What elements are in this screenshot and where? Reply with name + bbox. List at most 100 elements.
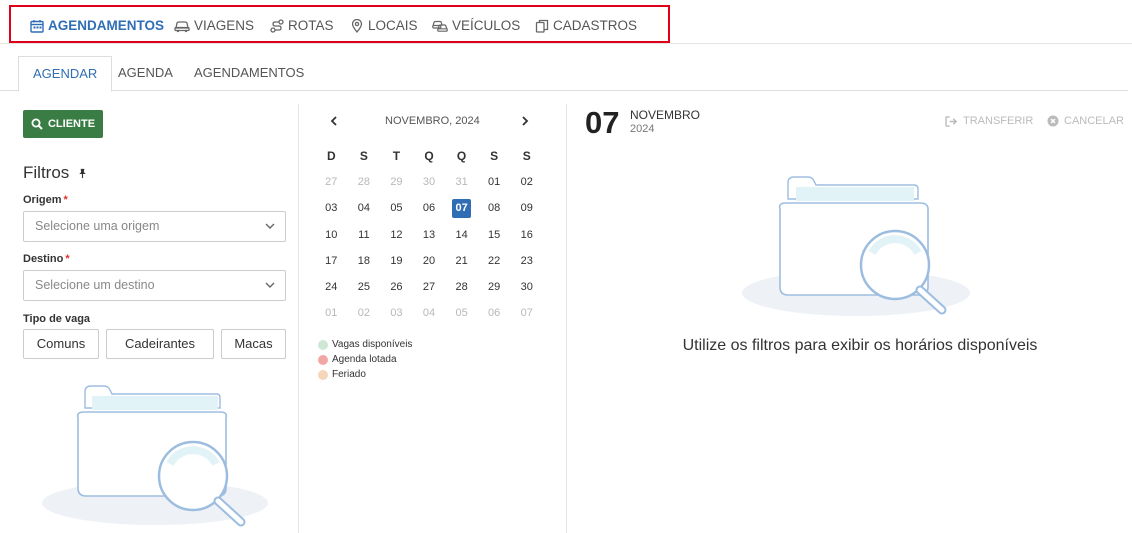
nav-locais[interactable]: LOCAIS bbox=[350, 18, 418, 33]
tab-agenda[interactable]: AGENDA bbox=[104, 56, 187, 91]
calendar-day[interactable]: 05 bbox=[380, 196, 413, 222]
weekday-label: Q bbox=[456, 149, 467, 164]
route-icon bbox=[270, 18, 284, 33]
calendar-day[interactable]: 03 bbox=[380, 301, 413, 327]
divider bbox=[566, 104, 567, 533]
tipo-vaga-label: Tipo de vaga bbox=[23, 313, 91, 325]
calendar-day[interactable]: 29 bbox=[478, 274, 511, 300]
calendar-month-header[interactable]: NOVEMBRO, 2024 bbox=[385, 115, 480, 127]
calendar-day[interactable]: 05 bbox=[445, 301, 478, 327]
weekday-label: D bbox=[326, 149, 336, 164]
calendar-day[interactable]: 27 bbox=[315, 169, 348, 195]
calendar-day[interactable]: 25 bbox=[348, 274, 381, 300]
pin-icon[interactable] bbox=[77, 168, 88, 179]
calendar-day[interactable]: 22 bbox=[478, 248, 511, 274]
calendar-day[interactable]: 23 bbox=[510, 248, 543, 274]
calendar-day[interactable]: 21 bbox=[445, 248, 478, 274]
calendar-day-number: 27 bbox=[325, 175, 338, 188]
bus-icon bbox=[174, 20, 190, 32]
legend-item: Agenda lotada bbox=[318, 354, 397, 365]
vaga-comuns-button[interactable]: Comuns bbox=[23, 329, 99, 359]
filtros-title: Filtros bbox=[23, 163, 70, 182]
calendar-day[interactable]: 16 bbox=[510, 222, 543, 248]
weekday-label: S bbox=[490, 149, 499, 164]
calendar-day[interactable]: 30 bbox=[413, 169, 446, 195]
calendar-day[interactable]: 24 bbox=[315, 274, 348, 300]
calendar-day[interactable]: 31 bbox=[445, 169, 478, 195]
origem-select[interactable]: Selecione uma origem bbox=[23, 211, 286, 242]
calendar-day[interactable]: 20 bbox=[413, 248, 446, 274]
transferir-label: TRANSFERIR bbox=[963, 115, 1034, 127]
calendar-day[interactable]: 28 bbox=[445, 274, 478, 300]
calendar-day-number: 20 bbox=[422, 254, 436, 267]
calendar-day[interactable]: 14 bbox=[445, 222, 478, 248]
legend-item: Feriado bbox=[318, 369, 366, 380]
calendar-day[interactable]: 06 bbox=[478, 301, 511, 327]
close-circle-icon bbox=[1047, 115, 1059, 127]
calendar-day[interactable]: 26 bbox=[380, 274, 413, 300]
calendar-week-row: 10 11 12 13 14 15 16 bbox=[315, 222, 543, 248]
calendar-day[interactable]: 04 bbox=[413, 301, 446, 327]
transfer-icon bbox=[945, 115, 958, 127]
calendar-day[interactable]: 17 bbox=[315, 248, 348, 274]
selected-day: 07 bbox=[585, 105, 620, 140]
nav-rotas[interactable]: ROTAS bbox=[270, 18, 334, 33]
calendar-day-number: 07 bbox=[452, 199, 472, 219]
vaga-cadeirantes-button[interactable]: Cadeirantes bbox=[106, 329, 214, 359]
legend-swatch bbox=[318, 339, 328, 350]
tab-agendar[interactable]: AGENDAR bbox=[18, 56, 113, 92]
chevron-right-icon[interactable] bbox=[518, 114, 532, 128]
calendar-day[interactable]: 01 bbox=[315, 301, 348, 327]
calendar-icon bbox=[30, 19, 44, 33]
calendar-day[interactable]: 15 bbox=[478, 222, 511, 248]
calendar-day[interactable]: 03 bbox=[315, 196, 348, 222]
map-pin-icon bbox=[351, 18, 363, 33]
calendar-day[interactable]: 01 bbox=[478, 169, 511, 195]
calendar-day[interactable]: 28 bbox=[348, 169, 381, 195]
calendar-week-row: 03 04 05 06 07 08 09 bbox=[315, 196, 543, 222]
calendar-day[interactable]: 13 bbox=[413, 222, 446, 248]
calendar-day[interactable]: 30 bbox=[510, 274, 543, 300]
calendar-day[interactable]: 04 bbox=[348, 196, 381, 222]
legend-swatch bbox=[318, 354, 328, 365]
nav-agendamentos[interactable]: AGENDAMENTOS bbox=[30, 18, 164, 33]
chevron-left-icon[interactable] bbox=[327, 114, 341, 128]
vaga-macas-button[interactable]: Macas bbox=[221, 329, 286, 359]
search-icon bbox=[31, 118, 43, 130]
empty-state-message: Utilize os filtros para exibir os horári… bbox=[682, 337, 1038, 354]
calendar-day[interactable]: 08 bbox=[478, 196, 511, 222]
calendar-day[interactable]: 06 bbox=[413, 196, 446, 222]
cancelar-button[interactable]: CANCELAR bbox=[1047, 115, 1124, 127]
calendar-day-number: 30 bbox=[520, 281, 533, 294]
destino-select[interactable]: Selecione um destino bbox=[23, 270, 286, 301]
transferir-button[interactable]: TRANSFERIR bbox=[945, 115, 1033, 127]
calendar-day[interactable]: 12 bbox=[380, 222, 413, 248]
tab-agendamentos[interactable]: AGENDAMENTOS bbox=[180, 56, 318, 91]
cliente-button[interactable]: CLIENTE bbox=[23, 110, 103, 138]
calendar-day-number: 19 bbox=[390, 254, 403, 267]
calendar-day[interactable]: 11 bbox=[348, 222, 381, 248]
nav-cadastros[interactable]: CADASTROS bbox=[535, 18, 637, 33]
cliente-button-label: CLIENTE bbox=[47, 118, 96, 130]
calendar-day[interactable]: 19 bbox=[380, 248, 413, 274]
calendar-day-selected[interactable]: 07 bbox=[445, 196, 478, 222]
empty-folder-illustration bbox=[42, 385, 268, 527]
calendar-day[interactable]: 27 bbox=[413, 274, 446, 300]
calendar-day-number: 02 bbox=[357, 307, 370, 320]
nav-viagens[interactable]: VIAGENS bbox=[174, 18, 254, 33]
legend-swatch bbox=[318, 369, 328, 380]
calendar-day[interactable]: 10 bbox=[315, 222, 348, 248]
origem-label-text: Origem bbox=[23, 194, 62, 206]
nav-veiculos[interactable]: VEÍCULOS bbox=[432, 18, 520, 33]
calendar-day[interactable]: 09 bbox=[510, 196, 543, 222]
calendar-day[interactable]: 07 bbox=[510, 301, 543, 327]
calendar-day-number: 29 bbox=[488, 281, 501, 294]
calendar-day[interactable]: 02 bbox=[510, 169, 543, 195]
calendar-day-number: 11 bbox=[358, 228, 370, 241]
calendar-day[interactable]: 18 bbox=[348, 248, 381, 274]
calendar-day[interactable]: 02 bbox=[348, 301, 381, 327]
calendar-day[interactable]: 29 bbox=[380, 169, 413, 195]
calendar-day-number: 02 bbox=[520, 175, 533, 188]
chevron-down-icon bbox=[265, 282, 275, 288]
legend-label: Agenda lotada bbox=[332, 354, 397, 365]
